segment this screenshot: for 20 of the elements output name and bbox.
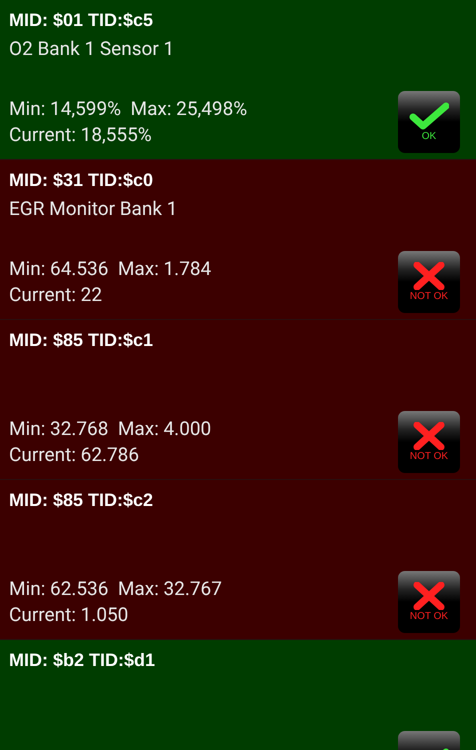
check-icon bbox=[409, 102, 449, 130]
monitor-id: MID: $85 TID:$c2 bbox=[9, 489, 154, 512]
monitor-name: EGR Monitor Bank 1 bbox=[9, 196, 178, 222]
monitor-id: MID: $31 TID:$c0 bbox=[9, 169, 154, 192]
status-label: NOT OK bbox=[410, 290, 448, 302]
min-max-text: Min: 14,599% Max: 25,498% bbox=[9, 96, 248, 122]
current-value: Current: 18,555% bbox=[9, 122, 153, 148]
status-label: NOT OK bbox=[410, 450, 448, 462]
status-label: OK bbox=[422, 130, 436, 142]
monitor-id: MID: $85 TID:$c1 bbox=[9, 329, 154, 352]
min-max-text: Min: 64.536 Max: 1.784 bbox=[9, 256, 212, 282]
monitor-name: O2 Bank 1 Sensor 1 bbox=[9, 36, 176, 62]
monitor-id: MID: $01 TID:$c5 bbox=[9, 9, 154, 32]
current-value: Current: 62.786 bbox=[9, 442, 140, 468]
current-value: Current: 22 bbox=[9, 282, 103, 308]
current-value: Current: 1.050 bbox=[9, 602, 130, 628]
status-label: NOT OK bbox=[410, 610, 448, 622]
monitor-id: MID: $b2 TID:$d1 bbox=[9, 649, 156, 672]
min-max-text: Min: 62.536 Max: 32.767 bbox=[9, 576, 222, 602]
min-max-text: Min: 32.768 Max: 4.000 bbox=[9, 416, 212, 442]
